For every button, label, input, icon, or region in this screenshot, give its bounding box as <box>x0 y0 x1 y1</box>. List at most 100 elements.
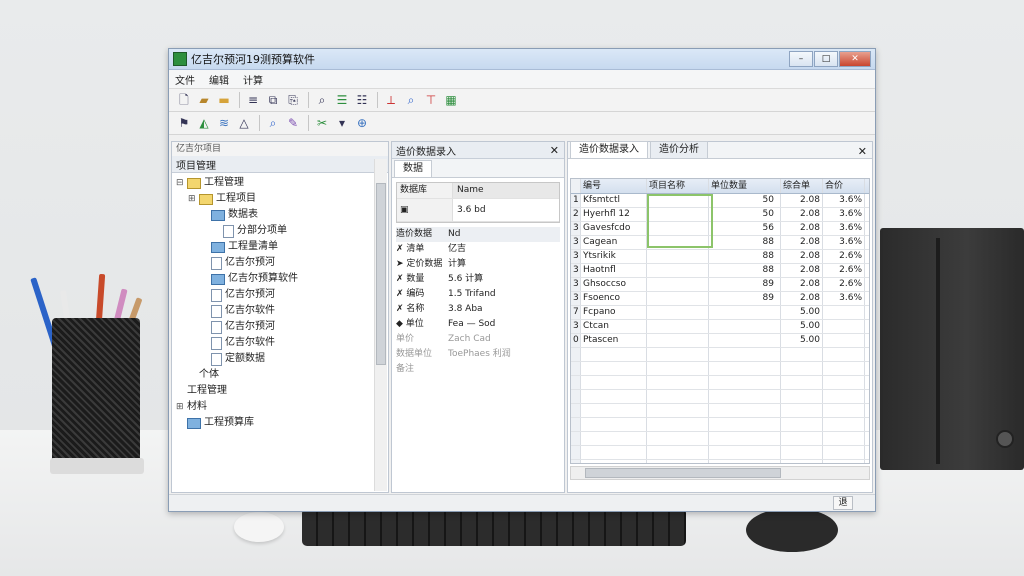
table-cell[interactable]: 3.6% <box>823 208 865 221</box>
table-cell[interactable]: 2.08 <box>781 194 823 207</box>
tree-node[interactable]: 亿吉尔预算软件 <box>176 271 372 287</box>
copy-icon[interactable]: ⧉ <box>264 92 282 108</box>
save-icon[interactable]: ▬ <box>215 92 233 108</box>
table-cell[interactable] <box>647 264 709 277</box>
list-icon[interactable]: ☰ <box>333 92 351 108</box>
empty-row[interactable] <box>571 418 869 432</box>
status-button[interactable]: 退 <box>833 496 853 510</box>
table-cell[interactable]: 2.08 <box>781 278 823 291</box>
table-cell[interactable]: 2.08 <box>781 264 823 277</box>
filter-icon[interactable]: ▾ <box>333 115 351 131</box>
calc-icon[interactable]: ▦ <box>442 92 460 108</box>
table-row[interactable]: 0 Ptascen 5.00 <box>571 334 869 348</box>
hat-icon[interactable]: ◭ <box>195 115 213 131</box>
column-header[interactable]: 综合单 <box>781 179 823 193</box>
table-cell[interactable]: Ghsoccso <box>581 278 647 291</box>
table-row[interactable]: 3 Haotnfl 88 2.08 2.6% <box>571 264 869 278</box>
table-cell[interactable]: Fcpano <box>581 306 647 319</box>
menu-edit[interactable]: 编辑 <box>209 72 229 87</box>
empty-row[interactable] <box>571 446 869 460</box>
empty-row[interactable] <box>571 404 869 418</box>
tree-node[interactable]: 工程管理 <box>176 383 372 399</box>
pin-icon[interactable]: ⊤ <box>422 92 440 108</box>
table-cell[interactable]: Ptascen <box>581 334 647 347</box>
tree-node[interactable]: ⊞ 工程项目 <box>176 191 372 207</box>
tools-icon[interactable]: ✂ <box>313 115 331 131</box>
tree-node[interactable]: 个体 <box>176 367 372 383</box>
table-row[interactable]: 7 Fcpano 5.00 <box>571 306 869 320</box>
maximize-button[interactable]: □ <box>814 51 838 67</box>
open-icon[interactable]: ▰ <box>195 92 213 108</box>
menu-calc[interactable]: 计算 <box>243 72 263 87</box>
close-entry-icon[interactable]: ✕ <box>550 144 559 157</box>
chart-icon[interactable]: ⟂ <box>382 92 400 108</box>
close-button[interactable]: ✕ <box>839 51 871 67</box>
table-cell[interactable] <box>823 306 865 319</box>
table-cell[interactable]: Ytsrikik <box>581 250 647 263</box>
list-item[interactable]: 数据单位 ToePhaes 利润 <box>396 347 560 362</box>
table-row[interactable]: 3 Fsoenco 89 2.08 3.6% <box>571 292 869 306</box>
empty-row[interactable] <box>571 348 869 362</box>
table-cell[interactable]: 3.6% <box>823 236 865 249</box>
empty-row[interactable] <box>571 362 869 376</box>
expand-icon[interactable]: ⊞ <box>188 191 197 207</box>
table-cell[interactable]: 88 <box>709 264 781 277</box>
table-cell[interactable]: 2.08 <box>781 222 823 235</box>
table-row[interactable]: 3 Gavesfcdo 56 2.08 3.6% <box>571 222 869 236</box>
tree-node[interactable]: 工程量清单 <box>176 239 372 255</box>
list-item[interactable]: ➤ 定价数据 计算 <box>396 257 560 272</box>
empty-row[interactable] <box>571 432 869 446</box>
tree-node[interactable]: 亿吉尔软件 <box>176 303 372 319</box>
tab-analysis[interactable]: 造价分析 <box>650 141 708 158</box>
expand-icon[interactable]: ⊞ <box>176 399 185 415</box>
table-cell[interactable]: 3.6% <box>823 194 865 207</box>
table-row[interactable]: 3 Cagean 88 2.08 3.6% <box>571 236 869 250</box>
table-cell[interactable]: 5.00 <box>781 320 823 333</box>
table-cell[interactable]: 2.08 <box>781 236 823 249</box>
table-cell[interactable]: Fsoenco <box>581 292 647 305</box>
table-cell[interactable] <box>647 306 709 319</box>
table-cell[interactable]: Ctcan <box>581 320 647 333</box>
edit-icon[interactable]: ✎ <box>284 115 302 131</box>
table-cell[interactable]: 2.08 <box>781 208 823 221</box>
table-cell[interactable]: 2.08 <box>781 250 823 263</box>
list-item[interactable]: ✗ 清单 亿吉 <box>396 242 560 257</box>
table-cell[interactable] <box>647 236 709 249</box>
table-cell[interactable]: 88 <box>709 250 781 263</box>
table-cell[interactable] <box>647 320 709 333</box>
table-cell[interactable]: 56 <box>709 222 781 235</box>
table-cell[interactable] <box>647 250 709 263</box>
tree-node[interactable]: 定额数据 <box>176 351 372 367</box>
table-row[interactable]: 3 Ghsoccso 89 2.08 2.6% <box>571 278 869 292</box>
column-header[interactable]: 项目名称 <box>647 179 709 193</box>
close-grid-icon[interactable]: ✕ <box>858 145 867 158</box>
table-row[interactable]: 3 Ytsrikik 88 2.08 2.6% <box>571 250 869 264</box>
table-icon[interactable]: ☷ <box>353 92 371 108</box>
list-item[interactable]: ✗ 编码 1.5 Trifand <box>396 287 560 302</box>
table-cell[interactable]: 2.6% <box>823 278 865 291</box>
tree-node[interactable]: ⊟ 工程管理 <box>176 175 372 191</box>
table-cell[interactable]: 50 <box>709 194 781 207</box>
table-cell[interactable]: Kfsmtctl <box>581 194 647 207</box>
tab-entry[interactable]: 造价数据录入 <box>570 141 648 158</box>
table-cell[interactable]: Gavesfcdo <box>581 222 647 235</box>
column-header[interactable]: 编号 <box>581 179 647 193</box>
table-row[interactable]: 3 Ctcan 5.00 <box>571 320 869 334</box>
table-cell[interactable]: Cagean <box>581 236 647 249</box>
table-cell[interactable] <box>823 334 865 347</box>
search-icon[interactable]: ⌕ <box>313 92 331 108</box>
tree-scrollbar[interactable] <box>374 159 387 491</box>
tree-node[interactable]: 工程预算库 <box>176 415 372 431</box>
paste-icon[interactable]: ⎘ <box>284 92 302 108</box>
empty-row[interactable] <box>571 376 869 390</box>
zoom-icon[interactable]: ⌕ <box>402 92 420 108</box>
table-cell[interactable] <box>709 334 781 347</box>
table-cell[interactable] <box>647 292 709 305</box>
table-cell[interactable] <box>647 278 709 291</box>
table-cell[interactable] <box>647 222 709 235</box>
stack-icon[interactable]: ≋ <box>215 115 233 131</box>
table-row[interactable]: 1 Kfsmtctl 50 2.08 3.6% <box>571 194 869 208</box>
table-cell[interactable]: 89 <box>709 278 781 291</box>
table-cell[interactable]: Haotnfl <box>581 264 647 277</box>
flag-icon[interactable]: ⚑ <box>175 115 193 131</box>
